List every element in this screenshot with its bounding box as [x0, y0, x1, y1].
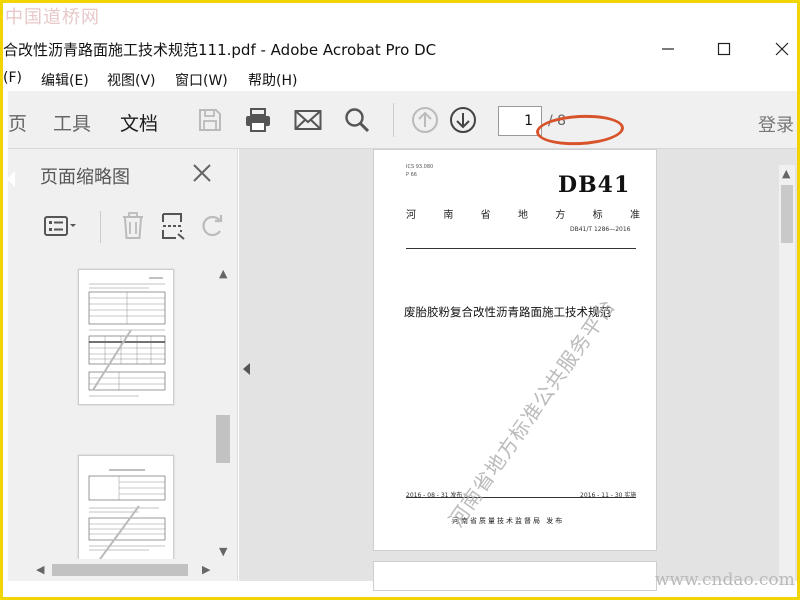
- province-char: 省: [480, 210, 491, 221]
- thumbnail-vertical-scrollbar[interactable]: ▲ ▼: [214, 265, 232, 561]
- scroll-left-icon[interactable]: ◀: [36, 563, 44, 576]
- page-ccs: P 66: [406, 172, 417, 178]
- document-vertical-scrollbar[interactable]: ▲: [779, 165, 795, 585]
- document-next-page: [373, 561, 657, 591]
- page-province: 河 南 省 地 方 标 准: [406, 206, 640, 221]
- thumbnail-options-button[interactable]: [44, 209, 78, 243]
- province-char: 南: [443, 210, 454, 221]
- login-link[interactable]: 登录: [758, 111, 794, 137]
- corner-watermark: 中国道桥网: [5, 7, 100, 28]
- scroll-down-icon[interactable]: ▼: [219, 545, 227, 558]
- collapse-panel-icon[interactable]: [243, 363, 250, 375]
- page-standard-code: DB41: [558, 172, 631, 198]
- close-icon: [193, 164, 211, 182]
- insert-icon: [162, 213, 185, 240]
- window-title: 合改性沥青路面施工技术规范111.pdf - Adobe Acrobat Pro…: [3, 41, 437, 59]
- print-icon: [246, 108, 270, 132]
- menu-bar: (F) 编辑(E) 视图(V) 窗口(W) 帮助(H): [3, 67, 797, 91]
- page-doc-number: DB41/T 1286—2016: [570, 226, 631, 233]
- search-icon: [345, 108, 370, 133]
- menu-view[interactable]: 视图(V): [107, 70, 156, 90]
- page-rule-bottom: [406, 497, 636, 498]
- document-scroll-thumb[interactable]: [781, 185, 793, 243]
- province-char: 标: [592, 210, 603, 221]
- options-icon: [44, 216, 76, 236]
- page-rule-top: [406, 248, 636, 249]
- province-char: 地: [517, 210, 528, 221]
- thumbnail-list: 5: [8, 259, 212, 559]
- page-watermark: 河南省地方标准公共服务平台: [443, 294, 621, 532]
- previous-page-button[interactable]: [409, 104, 441, 136]
- thumbnail-page-5[interactable]: [78, 269, 174, 405]
- site-watermark: www.cndao.com: [655, 570, 795, 590]
- document-page: ICS 93.080 P 66 DB41 河 南 省 地 方 标 准 DB41/…: [373, 149, 657, 551]
- thumbnail-scroll-thumb[interactable]: [216, 415, 230, 463]
- rotate-icon: [202, 215, 223, 237]
- menu-window[interactable]: 窗口(W): [175, 70, 228, 90]
- province-char: 河: [406, 210, 416, 221]
- email-button[interactable]: [292, 104, 324, 136]
- delete-icon: [123, 212, 143, 239]
- email-icon: [294, 110, 322, 130]
- main-toolbar: 页 工具 文档 1 / 8 登录: [8, 91, 797, 149]
- next-page-button[interactable]: [447, 104, 479, 136]
- scroll-right-icon[interactable]: ▶: [202, 563, 210, 576]
- menu-help[interactable]: 帮助(H): [248, 70, 297, 90]
- thumbnail-preview: [88, 277, 166, 397]
- province-char: 准: [629, 210, 640, 221]
- province-char: 方: [555, 210, 566, 221]
- thumbnail-toolbar: [40, 209, 230, 245]
- page-down-icon: [450, 107, 476, 133]
- thumbnail-toolbar-separator: [100, 211, 101, 243]
- maximize-icon: [717, 42, 731, 56]
- toolbar-separator: [393, 103, 394, 137]
- document-view: ICS 93.080 P 66 DB41 河 南 省 地 方 标 准 DB41/…: [239, 149, 797, 591]
- tab-home[interactable]: 页: [8, 109, 27, 136]
- tab-tools[interactable]: 工具: [53, 109, 91, 136]
- thumbnail-preview: [88, 469, 166, 559]
- thumbnail-panel: 页面缩略图 ▲ ▼ ◀ ▶: [7, 149, 238, 581]
- save-button[interactable]: [194, 104, 226, 136]
- menu-edit[interactable]: 编辑(E): [41, 70, 89, 90]
- thumbnail-page-6[interactable]: [78, 455, 174, 559]
- scroll-up-icon[interactable]: ▲: [219, 267, 227, 280]
- page-up-icon: [412, 107, 438, 133]
- thumbnail-horizontal-scrollbar[interactable]: ◀ ▶: [32, 560, 218, 580]
- close-window-button[interactable]: [767, 35, 797, 63]
- tab-document[interactable]: 文档: [120, 109, 158, 136]
- search-button[interactable]: [341, 104, 373, 136]
- menu-file[interactable]: (F): [3, 70, 22, 86]
- save-icon: [199, 109, 221, 131]
- delete-page-button[interactable]: [116, 209, 150, 243]
- close-panel-button[interactable]: [188, 159, 216, 187]
- page-ics: ICS 93.080: [406, 164, 434, 170]
- panel-title: 页面缩略图: [40, 167, 130, 188]
- maximize-button[interactable]: [709, 35, 739, 63]
- close-icon: [775, 42, 789, 56]
- screenshot-frame: 中国道桥网 合改性沥青路面施工技术规范111.pdf - Adobe Acrob…: [3, 3, 797, 597]
- thumbnail-hscroll-thumb[interactable]: [52, 564, 188, 576]
- rotate-page-button[interactable]: [196, 209, 230, 243]
- print-button[interactable]: [242, 104, 274, 136]
- panel-pointer: [7, 171, 15, 187]
- insert-page-button[interactable]: [156, 209, 190, 243]
- doc-scroll-up-icon[interactable]: ▲: [782, 167, 790, 180]
- minimize-icon: [662, 48, 674, 50]
- title-bar: 合改性沥青路面施工技术规范111.pdf - Adobe Acrobat Pro…: [3, 31, 797, 67]
- minimize-button[interactable]: [653, 35, 683, 63]
